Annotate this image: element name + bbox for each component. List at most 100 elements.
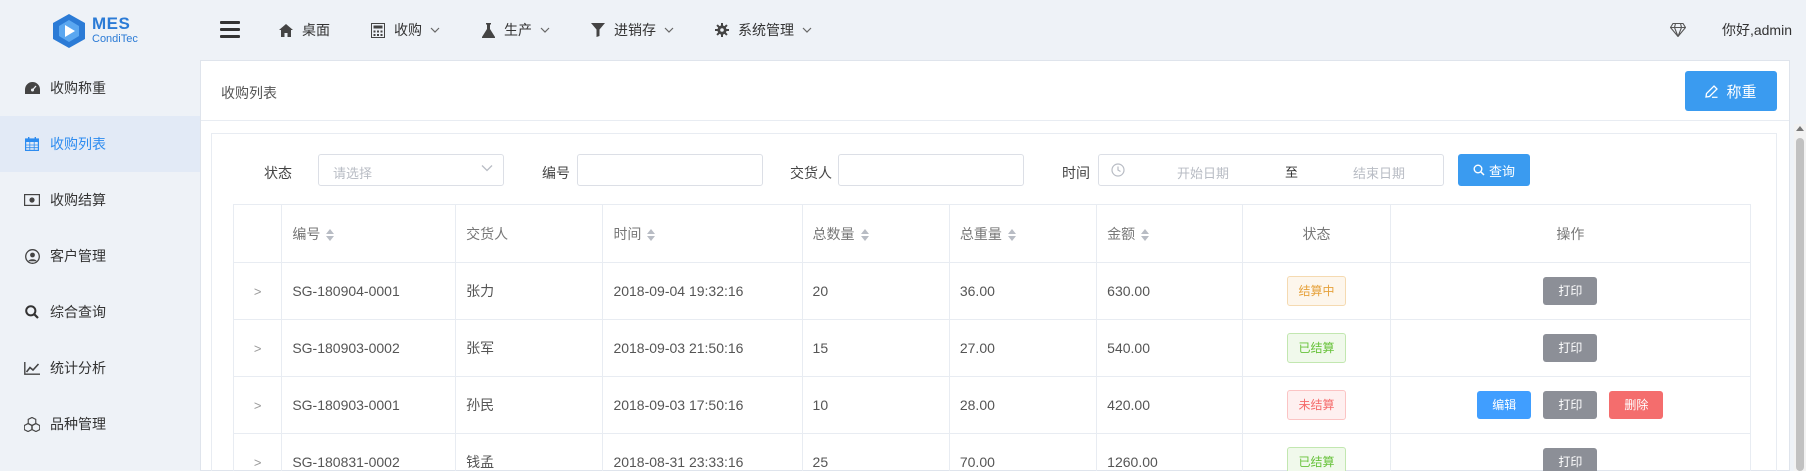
row-amount: 630.00 <box>1107 283 1150 299</box>
edit-button[interactable]: 编辑 <box>1477 391 1532 419</box>
row-amount: 1260.00 <box>1107 454 1158 470</box>
nav-item-label: 进销存 <box>614 22 656 38</box>
logo-title: MES <box>92 14 131 33</box>
column-header-total-qty[interactable]: 总数量 <box>801 204 950 263</box>
row-number: SG-180903-0002 <box>292 340 400 356</box>
table-row[interactable]: > SG-180904-0001 张力 2018-09-04 19:32:16 20 36… <box>232 262 1752 320</box>
chevron-down-icon <box>802 27 812 33</box>
sort-icon[interactable] <box>1007 228 1016 241</box>
nav-item-purchase[interactable]: 收购 <box>370 0 440 60</box>
total-qty-cell: 15 <box>801 319 950 377</box>
nav-item-production[interactable]: 生产 <box>480 0 550 60</box>
status-cell: 已结算 <box>1242 319 1391 377</box>
status-filter-label: 状态 <box>264 165 292 181</box>
print-button[interactable]: 打印 <box>1543 448 1598 471</box>
nav-item-inventory[interactable]: 进销存 <box>590 0 674 60</box>
print-button[interactable]: 打印 <box>1543 277 1598 305</box>
sort-icon[interactable] <box>1141 228 1150 241</box>
query-button[interactable]: 查询 <box>1458 154 1530 186</box>
column-header-number[interactable]: 编号 <box>281 204 457 263</box>
time-filter-label: 时间 <box>1062 165 1090 181</box>
chevron-down-icon <box>664 27 674 33</box>
row-number: SG-180904-0001 <box>292 283 400 299</box>
row-deliverer: 孙民 <box>466 397 495 413</box>
deliverer-filter-label: 交货人 <box>790 165 832 181</box>
expand-row-icon[interactable]: > <box>254 455 262 470</box>
date-range-picker[interactable]: 开始日期 至 结束日期 <box>1098 154 1444 186</box>
deliverer-cell: 张军 <box>455 319 604 377</box>
sidebar-item-variety[interactable]: 品种管理 <box>0 396 200 452</box>
row-total-qty: 25 <box>812 454 829 470</box>
vertical-scrollbar[interactable] <box>1794 124 1806 471</box>
column-header-total-weight[interactable]: 总重量 <box>948 204 1098 263</box>
row-time: 2018-08-31 23:33:16 <box>613 454 744 470</box>
delete-button[interactable]: 删除 <box>1609 391 1664 419</box>
table-row[interactable]: > SG-180903-0001 孙民 2018-09-03 17:50:16 10 28… <box>232 376 1752 434</box>
nav-item-desktop[interactable]: 桌面 <box>278 0 330 60</box>
column-header-status: 状态 <box>1242 204 1391 263</box>
sidebar-item-query[interactable]: 综合查询 <box>0 284 200 340</box>
row-total-weight: 70.00 <box>959 454 995 470</box>
row-total-qty: 20 <box>812 283 829 299</box>
amount-cell: 540.00 <box>1096 319 1244 377</box>
start-date-placeholder[interactable]: 开始日期 <box>1177 163 1229 182</box>
time-cell: 2018-09-04 19:32:16 <box>602 262 803 320</box>
table-row[interactable]: > SG-180831-0002 钱孟 2018-08-31 23:33:16 25 70… <box>232 433 1752 471</box>
weigh-button[interactable]: 称重 <box>1685 71 1777 111</box>
expand-row-icon[interactable]: > <box>254 341 262 356</box>
sidebar-item-purchase-weighing[interactable]: 收购称重 <box>0 60 200 116</box>
user-greeting[interactable]: 你好,admin <box>1722 20 1792 40</box>
sidebar-item-purchase-list[interactable]: 收购列表 <box>0 116 200 172</box>
scrollbar-thumb[interactable] <box>1796 138 1804 471</box>
table-row[interactable]: > SG-180903-0002 张军 2018-09-03 21:50:16 15 27… <box>232 319 1752 377</box>
time-cell: 2018-08-31 23:33:16 <box>602 433 803 471</box>
actions-cell: 打印 <box>1389 433 1752 471</box>
column-header-amount[interactable]: 金额 <box>1096 204 1244 263</box>
row-deliverer: 张力 <box>466 283 495 299</box>
table-body: > SG-180904-0001 张力 2018-09-04 19:32:16 20 36… <box>232 262 1752 471</box>
total-weight-cell: 36.00 <box>948 262 1098 320</box>
deliverer-cell: 钱孟 <box>455 433 604 471</box>
sidebar-item-label: 品种管理 <box>50 416 106 432</box>
status-select[interactable]: 请选择 <box>318 154 504 186</box>
gear-icon <box>714 22 730 38</box>
end-date-placeholder[interactable]: 结束日期 <box>1353 163 1405 182</box>
menu-toggle-icon[interactable] <box>220 21 240 39</box>
search-icon <box>1473 164 1485 176</box>
sort-icon[interactable] <box>326 228 335 241</box>
sidebar-item-label: 收购称重 <box>50 80 106 96</box>
nav-item-label: 桌面 <box>302 22 330 38</box>
sidebar: 收购称重 收购列表 收购结算 客户管理 综合查询 统计分析 品种管理 <box>0 60 200 471</box>
app-logo[interactable]: MES CondiTec <box>50 12 200 50</box>
nav-item-system[interactable]: 系统管理 <box>714 0 812 60</box>
status-cell: 未结算 <box>1242 376 1391 434</box>
sidebar-item-label: 客户管理 <box>50 248 106 264</box>
diamond-icon[interactable] <box>1669 23 1686 37</box>
sidebar-item-statistics[interactable]: 统计分析 <box>0 340 200 396</box>
status-cell: 结算中 <box>1242 262 1391 320</box>
number-input[interactable] <box>577 154 763 186</box>
expand-row-icon[interactable]: > <box>254 284 262 299</box>
sidebar-item-customer[interactable]: 客户管理 <box>0 228 200 284</box>
number-filter-label: 编号 <box>542 165 570 181</box>
status-badge: 已结算 <box>1287 333 1346 363</box>
deliverer-cell: 张力 <box>455 262 604 320</box>
deliverer-input[interactable] <box>838 154 1024 186</box>
deliverer-cell: 孙民 <box>455 376 604 434</box>
clock-icon <box>1111 163 1125 177</box>
print-button[interactable]: 打印 <box>1543 334 1598 362</box>
sort-icon[interactable] <box>860 228 869 241</box>
print-button[interactable]: 打印 <box>1543 391 1598 419</box>
sort-icon[interactable] <box>647 228 656 241</box>
dashboard-icon <box>24 80 40 96</box>
sidebar-item-purchase-settlement[interactable]: 收购结算 <box>0 172 200 228</box>
total-qty-cell: 25 <box>801 433 950 471</box>
column-header-time[interactable]: 时间 <box>602 204 803 263</box>
filter-icon <box>590 22 606 38</box>
row-total-weight: 36.00 <box>959 283 995 299</box>
scroll-up-icon[interactable] <box>1796 126 1804 131</box>
nav-item-label: 系统管理 <box>738 22 794 38</box>
expand-row-icon[interactable]: > <box>254 398 262 413</box>
row-time: 2018-09-03 21:50:16 <box>613 340 744 356</box>
flask-icon <box>480 22 496 38</box>
